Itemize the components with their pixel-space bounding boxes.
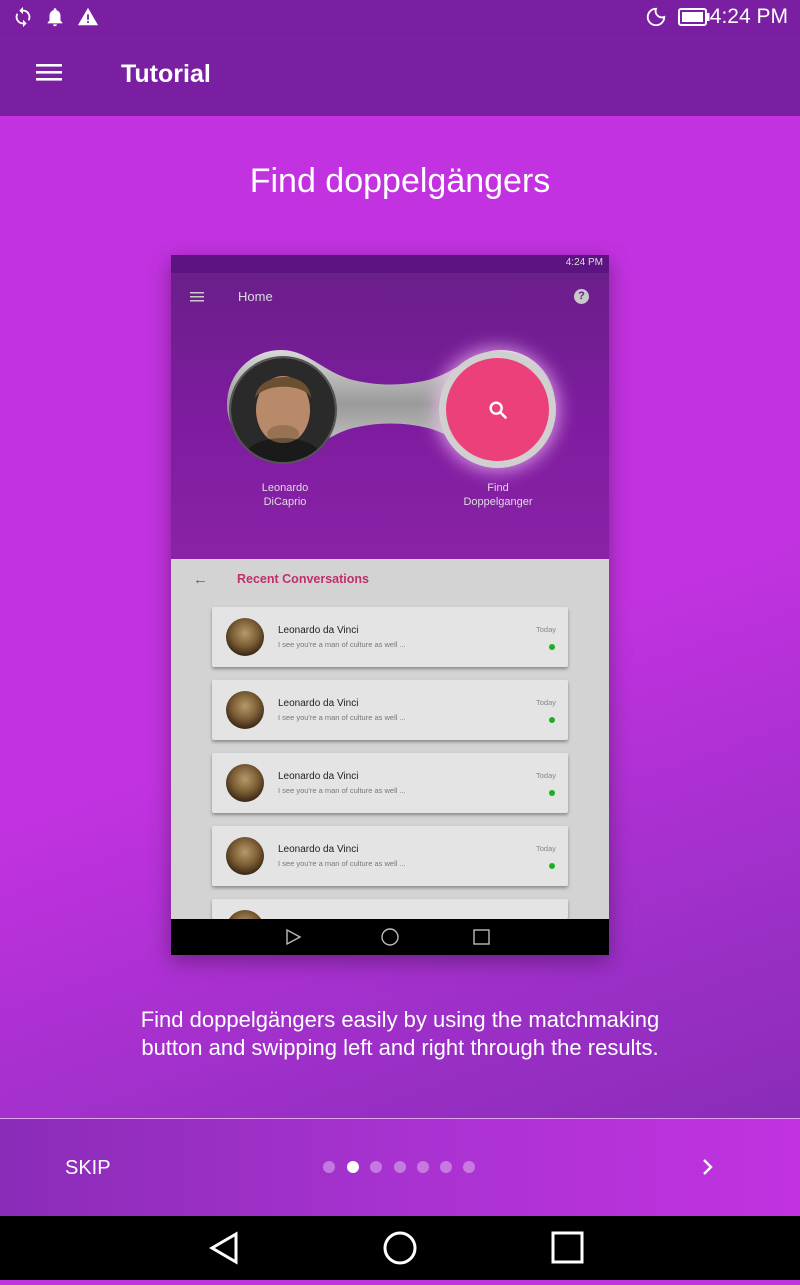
warning-icon <box>77 7 99 26</box>
left-caption: Leonardo DiCaprio <box>245 481 325 509</box>
mockup-header: Home ? Leonardo DiCaprio Find Doppelgang… <box>171 273 609 559</box>
conversation-message: I see you're a man of culture as well ..… <box>278 859 406 868</box>
left-caption-line2: DiCaprio <box>263 496 307 508</box>
page-dot <box>417 1161 429 1173</box>
mockup-menu-icon <box>190 292 204 302</box>
chevron-right-icon[interactable] <box>696 1155 720 1179</box>
mockup-recents-icon <box>473 929 490 945</box>
bell-icon <box>47 8 63 27</box>
recents-icon[interactable] <box>551 1231 584 1264</box>
page-dot <box>394 1161 406 1173</box>
conversation-card: Leonardo da Vinci I see you're a man of … <box>212 607 568 667</box>
find-doppelganger-button <box>446 358 549 461</box>
left-caption-line1: Leonardo <box>261 482 309 494</box>
app-screenshot-mockup: 4:24 PM Home ? Leonardo DiCaprio Find Do… <box>171 255 609 955</box>
status-time: 4:24 PM <box>709 5 788 28</box>
page-title: Tutorial <box>121 60 211 88</box>
right-caption: Find Doppelganger <box>443 481 553 509</box>
online-indicator <box>549 790 555 796</box>
conversation-message: I see you're a man of culture as well ..… <box>278 640 406 649</box>
conversation-name: Leonardo da Vinci <box>278 844 359 855</box>
mockup-home-icon <box>381 928 399 946</box>
conversation-avatar <box>226 691 264 729</box>
tutorial-heading: Find doppelgängers <box>249 162 551 200</box>
status-bar: 4:24 PM <box>0 0 800 34</box>
conversation-message: I see you're a man of culture as well ..… <box>278 713 406 722</box>
conversation-card: Leonardo da Vinci I see you're a man of … <box>212 753 568 813</box>
mockup-status-bar: 4:24 PM <box>171 255 609 273</box>
mockup-status-time: 4:24 PM <box>565 257 603 268</box>
back-arrow-icon: ← <box>193 571 208 588</box>
skip-button[interactable]: SKIP <box>65 1157 111 1180</box>
conversation-name: Leonardo da Vinci <box>278 625 359 636</box>
conversation-card: Leonardo da Vinci I see you're a man of … <box>212 680 568 740</box>
home-icon[interactable] <box>383 1231 417 1265</box>
description-line2: button and swipping left and right throu… <box>141 1035 659 1060</box>
page-dot <box>323 1161 335 1173</box>
conversation-name: Leonardo da Vinci <box>278 771 359 782</box>
conversation-avatar <box>226 837 264 875</box>
mockup-back-icon <box>286 928 302 946</box>
back-icon[interactable] <box>209 1231 238 1265</box>
online-indicator <box>549 863 555 869</box>
mockup-nav-bar <box>171 919 609 955</box>
page-dot <box>440 1161 452 1173</box>
celebrity-avatar <box>229 356 337 464</box>
conversation-date: Today <box>535 698 556 707</box>
search-icon <box>489 401 508 420</box>
battery-icon <box>678 8 710 26</box>
mockup-title: Home <box>238 289 273 304</box>
conversation-avatar <box>226 618 264 656</box>
app-bar: Tutorial <box>0 34 800 116</box>
conversation-date: Today <box>535 625 556 634</box>
tutorial-description: Find doppelgängers easily by using the m… <box>0 1006 800 1062</box>
right-caption-line1: Find <box>487 482 509 494</box>
online-indicator <box>549 644 555 650</box>
page-dot <box>370 1161 382 1173</box>
description-line1: Find doppelgängers easily by using the m… <box>140 1007 660 1032</box>
conversation-date: Today <box>535 771 556 780</box>
page-dot-active <box>347 1161 359 1173</box>
conversation-message: I see you're a man of culture as well ..… <box>278 786 406 795</box>
conversation-avatar <box>226 764 264 802</box>
hamburger-menu-icon[interactable] <box>36 62 62 82</box>
page-dot <box>463 1161 475 1173</box>
conversation-card: Leonardo da Vinci I see you're a man of … <box>212 826 568 886</box>
tutorial-footer: SKIP <box>0 1119 800 1216</box>
recent-conversations-title: Recent Conversations <box>237 572 369 586</box>
conversation-card-partial <box>212 899 568 948</box>
moon-icon <box>646 7 666 27</box>
online-indicator <box>549 717 555 723</box>
conversation-date: Today <box>535 844 556 853</box>
right-caption-line2: Doppelganger <box>463 496 533 508</box>
mockup-help-icon: ? <box>574 289 589 304</box>
recent-conversations-header: ← Recent Conversations <box>171 559 609 599</box>
system-nav-bar <box>0 1216 800 1280</box>
recent-conversations: ← Recent Conversations Leonardo da Vinci… <box>171 559 609 948</box>
sync-icon <box>15 6 31 28</box>
conversation-name: Leonardo da Vinci <box>278 698 359 709</box>
